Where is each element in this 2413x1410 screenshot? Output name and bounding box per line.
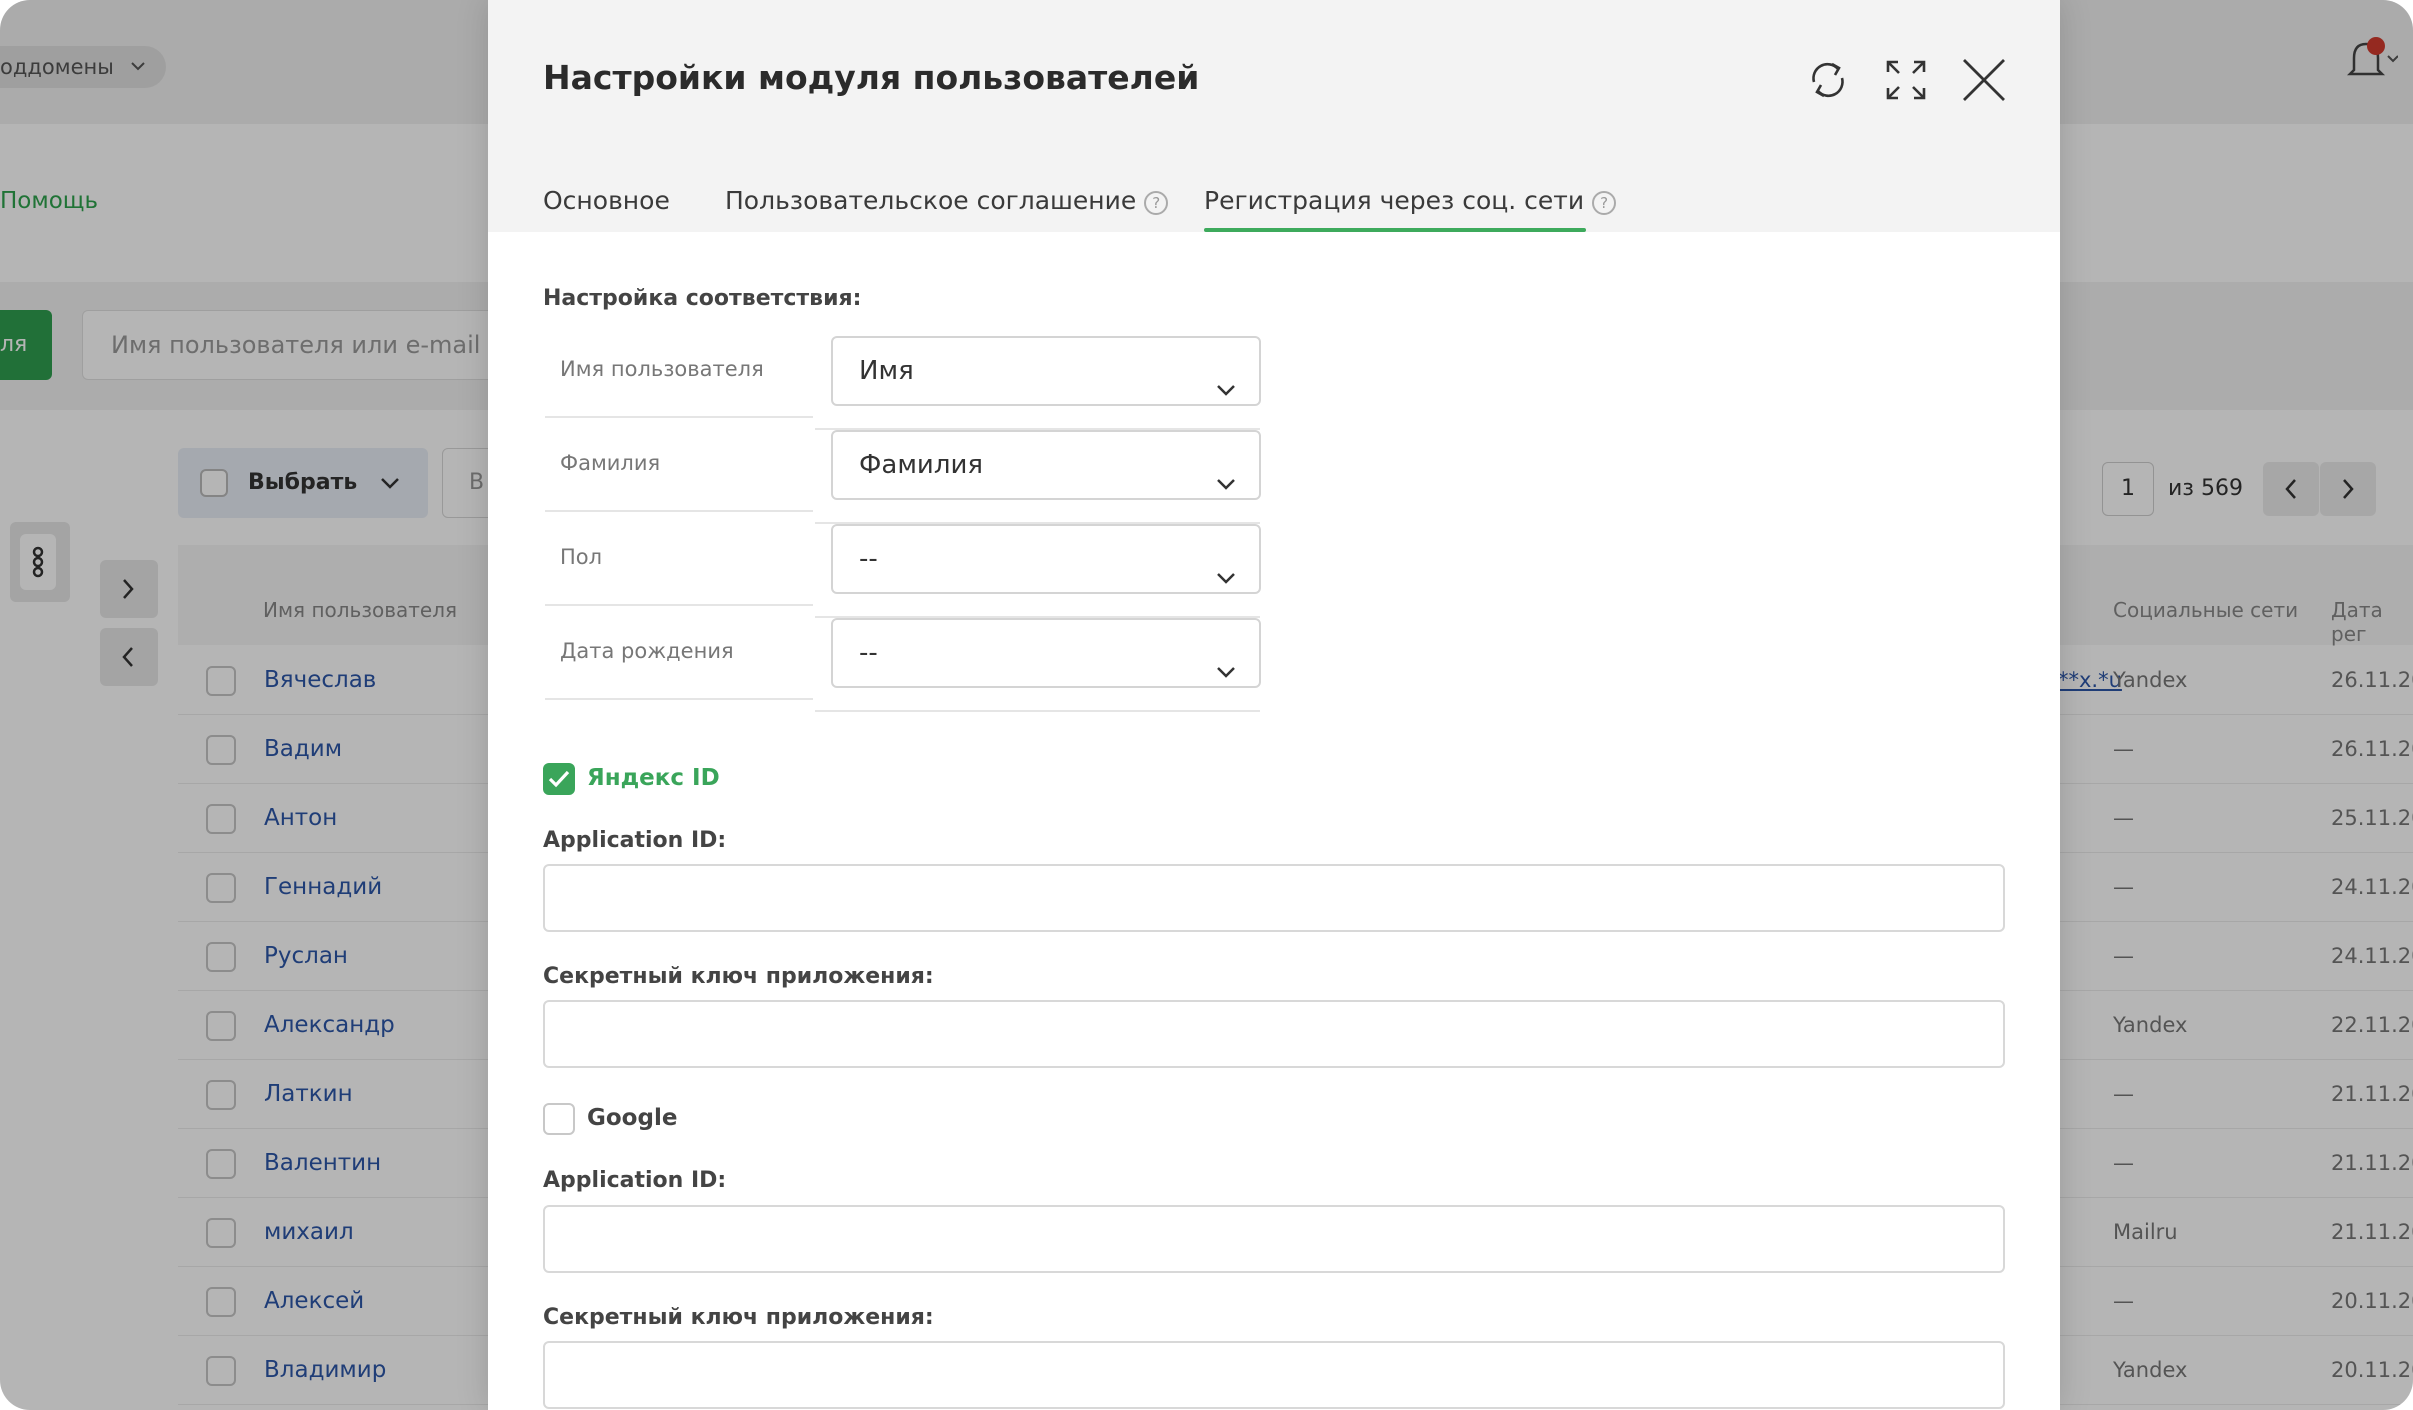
chevron-down-icon	[1215, 360, 1237, 426]
fullscreen-icon[interactable]	[1878, 52, 1934, 108]
tab-user-agreement[interactable]: Пользовательское соглашение?	[725, 186, 1169, 215]
google-app-id-label: Application ID:	[543, 1168, 727, 1193]
help-icon[interactable]: ?	[1144, 191, 1169, 215]
google-app-id-input[interactable]	[543, 1205, 2005, 1273]
tab-label: Основное	[543, 186, 670, 215]
mapping-cell: Фамилия	[815, 430, 1261, 524]
mapping-cell: --	[815, 618, 1261, 712]
chevron-down-icon	[1215, 642, 1237, 708]
yandex-secret-input[interactable]	[543, 1000, 2005, 1068]
tab-label: Регистрация через соц. сети	[1204, 186, 1585, 215]
close-icon[interactable]	[1956, 52, 2012, 108]
mapping-select-username[interactable]: Имя	[831, 336, 1261, 406]
yandex-id-checkbox[interactable]	[543, 763, 575, 795]
mapping-label-birthdate: Дата рождения	[545, 606, 813, 700]
mapping-select-birthdate[interactable]: --	[831, 618, 1261, 688]
google-secret-label: Секретный ключ приложения:	[543, 1305, 934, 1330]
tab-label: Пользовательское соглашение	[725, 186, 1137, 215]
refresh-icon[interactable]	[1800, 52, 1856, 108]
active-tab-indicator	[1204, 228, 1586, 232]
google-label[interactable]: Google	[587, 1105, 677, 1131]
mapping-label-lastname: Фамилия	[545, 418, 813, 512]
google-checkbox[interactable]	[543, 1103, 575, 1135]
select-value: --	[859, 638, 878, 668]
yandex-app-id-label: Application ID:	[543, 828, 727, 853]
user-module-settings-modal: Настройки модуля пользователей Основное …	[488, 0, 2060, 1410]
mapping-select-gender[interactable]: --	[831, 524, 1261, 594]
yandex-id-label[interactable]: Яндекс ID	[587, 765, 720, 791]
modal-title: Настройки модуля пользователей	[543, 58, 1200, 97]
mapping-cell: --	[815, 524, 1261, 618]
tab-main[interactable]: Основное	[543, 186, 670, 215]
mapping-label-gender: Пол	[545, 512, 813, 606]
help-icon[interactable]: ?	[1592, 191, 1617, 215]
chevron-down-icon	[1215, 454, 1237, 520]
tab-social-registration[interactable]: Регистрация через соц. сети?	[1204, 186, 1617, 215]
select-value: --	[859, 544, 878, 574]
checkmark-icon	[548, 770, 570, 788]
mapping-section-title: Настройка соответствия:	[543, 286, 862, 311]
mapping-cell: Имя	[815, 336, 1261, 430]
yandex-secret-label: Секретный ключ приложения:	[543, 964, 934, 989]
mapping-label-username: Имя пользователя	[545, 324, 813, 418]
yandex-app-id-input[interactable]	[543, 864, 2005, 932]
select-value: Фамилия	[859, 450, 983, 480]
google-secret-input[interactable]	[543, 1341, 2005, 1409]
select-value: Имя	[859, 356, 914, 386]
chevron-down-icon	[1215, 548, 1237, 614]
mapping-select-lastname[interactable]: Фамилия	[831, 430, 1261, 500]
